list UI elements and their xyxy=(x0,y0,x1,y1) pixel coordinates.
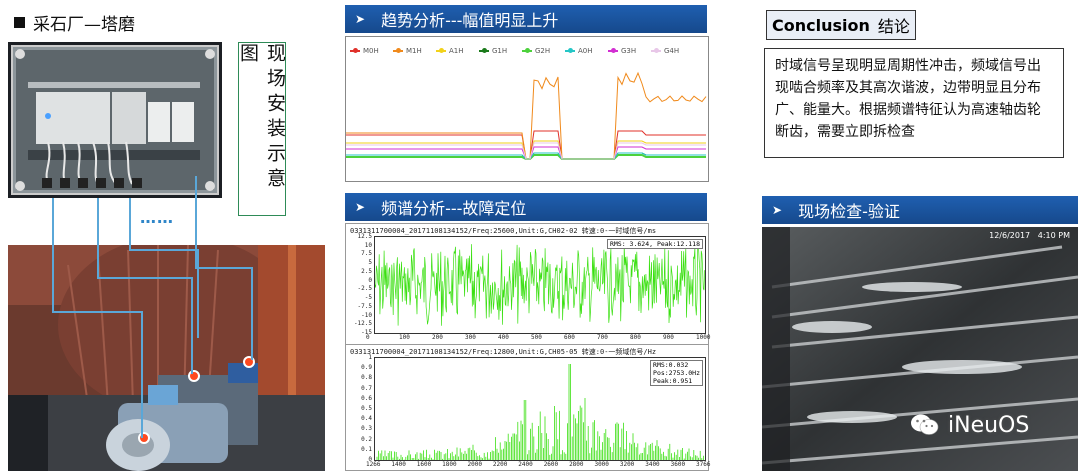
x-tick-label: 3200 xyxy=(619,461,635,468)
spectrum-header-text: 频谱分析---故障定位 xyxy=(381,199,527,218)
trend-legend: M0H M1H A1H G1H G2H A0H G3H G4H xyxy=(350,47,702,59)
freq-domain-info: RMS:0.032 Pos:2753.0Hz Peak:0.951 xyxy=(650,360,703,386)
x-tick-label: 800 xyxy=(630,334,641,341)
x-tick-label: 1000 xyxy=(696,334,711,341)
y-tick-label: -5 xyxy=(364,294,372,302)
x-tick-label: 3600 xyxy=(670,461,686,468)
freq-info-rms: RMS:0.032 xyxy=(653,361,689,369)
x-tick-label: 2600 xyxy=(543,461,559,468)
x-tick-label: 3400 xyxy=(645,461,660,468)
time-signal xyxy=(374,242,706,326)
freq-domain-panel: 0331311700004_20171108134152/Freq:12800,… xyxy=(345,344,711,471)
time-domain-panel: 0331311700004_20171108134152/Freq:25600,… xyxy=(345,223,711,345)
y-tick-label: 0.2 xyxy=(361,435,372,443)
x-tick-label: 900 xyxy=(663,334,674,341)
freq-info-pos: Pos:2753.0Hz xyxy=(653,369,700,377)
arrow-right-icon: ➤ xyxy=(355,12,366,26)
arrow-right-icon: ➤ xyxy=(355,200,366,214)
trend-chart-panel: M0H M1H A1H G1H G2H A0H G3H G4H xyxy=(345,36,709,182)
x-tick-label: 1266 xyxy=(366,461,381,468)
legend-item-a1h: A1H xyxy=(436,47,464,55)
inspection-header-text: 现场检查-验证 xyxy=(798,202,900,221)
y-tick-label: 0 xyxy=(368,276,372,284)
y-tick-label: -10 xyxy=(361,311,372,319)
conclusion-title-en: Conclusion xyxy=(772,15,870,35)
freq-info-peak: Peak:0.951 xyxy=(653,377,693,385)
x-tick-label: 1600 xyxy=(416,461,432,468)
y-tick-label: 10 xyxy=(364,241,372,249)
freq-domain-title: 0331311700004_20171108134152/Freq:12800,… xyxy=(350,348,657,356)
x-tick-label: 300 xyxy=(465,334,476,341)
watermark-text: iNeuOS xyxy=(948,412,1030,438)
trend-chart xyxy=(346,71,707,160)
x-tick-label: 1400 xyxy=(391,461,406,468)
x-tick-label: 200 xyxy=(432,334,443,341)
arrow-right-icon: ➤ xyxy=(772,203,783,217)
x-tick-label: 500 xyxy=(531,334,542,341)
trend-series-m1h xyxy=(346,71,707,160)
trend-header-text: 趋势分析---幅值明显上升 xyxy=(381,11,559,30)
x-tick-label: 400 xyxy=(498,334,509,341)
x-tick-label: 100 xyxy=(399,334,410,341)
legend-item-m0h: M0H xyxy=(350,47,379,55)
conclusion-body: 时域信号呈现明显周期性冲击，频域信号出现啮合频率及其高次谐波，边带明显且分布广、… xyxy=(764,48,1064,158)
y-tick-label: 12.5 xyxy=(357,233,372,240)
x-tick-label: 2000 xyxy=(467,461,482,468)
x-tick-label: 600 xyxy=(564,334,575,341)
legend-item-g4h: G4H xyxy=(651,47,679,55)
x-tick-label: 2400 xyxy=(518,461,533,468)
y-tick-label: 5 xyxy=(368,259,372,267)
x-tick-label: 2200 xyxy=(492,461,508,468)
time-domain-plot: RMS: 3.624, Peak:12.118 xyxy=(374,236,706,334)
time-domain-info: RMS: 3.624, Peak:12.118 xyxy=(606,239,703,249)
x-tick-label: 3000 xyxy=(594,461,609,468)
conclusion-title-zh: 结论 xyxy=(877,17,910,36)
y-tick-label: 0.1 xyxy=(361,445,372,453)
time-waveform xyxy=(374,242,706,326)
y-tick-label: -12.5 xyxy=(353,320,372,328)
y-tick-label: 7.5 xyxy=(361,250,372,258)
y-tick-label: -7.5 xyxy=(357,302,372,310)
legend-item-a0h: A0H xyxy=(565,47,593,55)
legend-item-g3h: G3H xyxy=(608,47,636,55)
legend-item-m1h: M1H xyxy=(393,47,422,55)
y-tick-label: 0.3 xyxy=(361,425,372,433)
y-tick-label: 0.6 xyxy=(361,394,372,402)
y-tick-label: 0.5 xyxy=(361,405,372,412)
x-tick-label: 0 xyxy=(366,334,370,341)
y-tick-label: 1 xyxy=(368,354,372,361)
sensor-cables xyxy=(52,176,253,438)
x-tick-label: 1800 xyxy=(442,461,457,468)
inspection-header: ➤ 现场检查-验证 xyxy=(762,196,1078,224)
y-tick-label: 0.7 xyxy=(361,384,372,392)
spectrum-header: ➤ 频谱分析---故障定位 xyxy=(345,193,707,221)
x-tick-label: 2800 xyxy=(569,461,584,468)
x-tick-label: 700 xyxy=(597,334,608,341)
y-tick-label: 0.4 xyxy=(361,415,372,423)
time-domain-title: 0331311700004_20171108134152/Freq:25600,… xyxy=(350,227,657,235)
y-tick-label: -2.5 xyxy=(357,285,372,293)
y-tick-label: 2.5 xyxy=(361,267,372,275)
conclusion-title: Conclusion 结论 xyxy=(766,10,916,40)
legend-item-g1h: G1H xyxy=(479,47,507,55)
wechat-icon xyxy=(911,414,939,435)
freq-domain-plot: RMS:0.032 Pos:2753.0Hz Peak:0.951 xyxy=(374,357,706,461)
y-tick-label: 0.9 xyxy=(361,364,372,372)
inspection-timestamp: 12/6/2017 4:10 PM xyxy=(989,231,1070,240)
x-tick-label: 3766 xyxy=(696,461,711,468)
legend-item-g2h: G2H xyxy=(522,47,550,55)
trend-header: ➤ 趋势分析---幅值明显上升 xyxy=(345,5,707,33)
y-tick-label: 0.8 xyxy=(361,374,372,382)
watermark: iNeuOS xyxy=(910,412,1029,438)
